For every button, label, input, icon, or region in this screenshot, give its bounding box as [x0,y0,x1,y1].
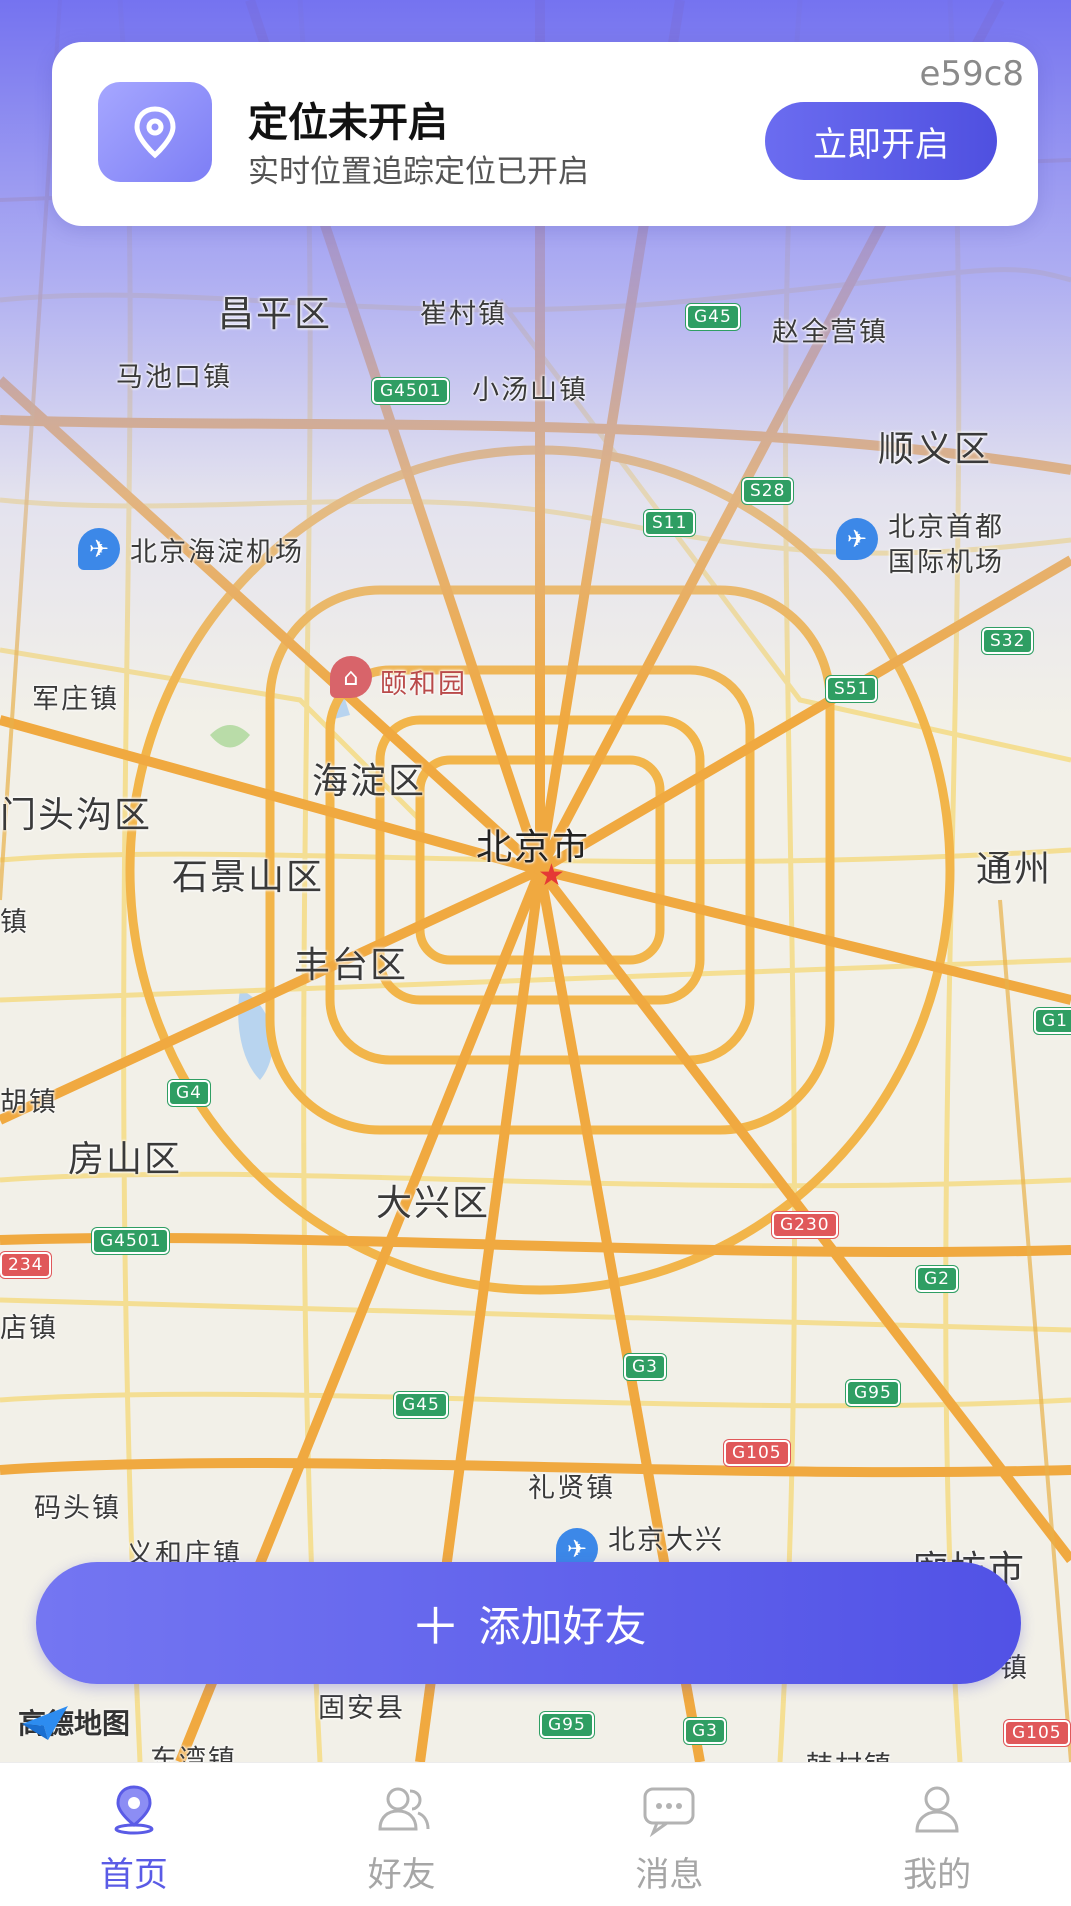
home-location-icon [114,1785,154,1835]
shield-g3-mid: G3 [624,1354,666,1380]
message-icon [643,1787,695,1837]
label-capital-airport-2: 国际机场 [888,547,1004,578]
label-daxing-airport-1: 北京大兴 [608,1525,724,1556]
label-junzhuang: 军庄镇 [32,684,119,715]
shield-g4501-bottom: G4501 [92,1228,170,1254]
label-machikou: 马池口镇 [116,362,232,393]
shield-r234: 234 [0,1252,52,1278]
label-cuicun: 崔村镇 [420,299,507,330]
label-haidian: 海淀区 [312,761,427,802]
nav-messages[interactable]: 消息 [536,1763,804,1906]
label-daxing: 大兴区 [376,1183,491,1224]
friends-icon [378,1787,430,1831]
location-status-title: 定位未开启 [248,100,448,146]
shield-g1: G1 [1034,1008,1071,1034]
palace-icon-yiheyuan: ⌂ [330,656,372,698]
capital-star-icon: ★ [538,858,565,893]
label-zhen-left: 镇 [0,907,29,938]
shield-g105-right: G105 [1004,1720,1070,1746]
nav-home-label: 首页 [99,1855,168,1895]
amap-logo: 高德地图 [18,1702,130,1742]
shield-g4: G4 [168,1080,210,1106]
add-friend-button[interactable]: ＋ 添加好友 [36,1562,1021,1684]
plus-icon: ＋ [410,1598,461,1656]
label-xiaotangshan: 小汤山镇 [472,375,588,406]
label-dian-zhen: 店镇 [0,1313,58,1344]
label-changping: 昌平区 [218,294,333,335]
profile-icon [915,1786,959,1833]
airport-icon-capital: ✈ [836,518,878,560]
label-beijing: 北京市 [476,827,591,868]
airport-icon-haidian: ✈ [78,528,120,570]
label-mentougou: 门头沟区 [0,795,153,836]
shield-s11: S11 [644,510,696,536]
add-friend-label: 添加好友 [478,1601,647,1651]
shield-g95-bottom: G95 [540,1712,594,1738]
location-status-subtitle: 实时位置追踪定位已开启 [248,154,589,190]
label-hancun: 韩村镇 [806,1744,893,1762]
shield-g2: G2 [916,1266,958,1292]
label-haidian-airport: 北京海淀机场 [130,537,304,568]
shield-g45-bottom: G45 [394,1392,448,1418]
label-capital-airport-1: 北京首都 [888,512,1004,543]
location-status-card: 定位未开启 实时位置追踪定位已开启 e59c8 立即开启 [52,42,1038,226]
nav-mine-label: 我的 [903,1855,972,1895]
shield-s32: S32 [982,628,1034,654]
label-shunyi: 顺义区 [878,429,993,470]
shield-g95-right: G95 [846,1380,900,1406]
label-matou: 码头镇 [34,1493,121,1524]
enable-location-button[interactable]: 立即开启 [765,102,997,180]
label-lixian: 礼贤镇 [528,1473,615,1504]
nav-mine[interactable]: 我的 [803,1763,1071,1906]
label-zhaoquanying: 赵全营镇 [772,317,888,348]
location-pin-icon [98,82,212,182]
shield-g45-top: G45 [686,304,740,330]
amap-logo-icon [22,1706,68,1740]
label-fangshan: 房山区 [68,1139,183,1180]
nav-messages-label: 消息 [635,1855,704,1895]
bottom-nav: 首页 好友 消息 我的 [0,1762,1071,1906]
nav-friends-label: 好友 [367,1855,436,1895]
shield-g4501-top: G4501 [372,378,450,404]
label-hu-zhen: 胡镇 [0,1087,58,1118]
nav-home[interactable]: 首页 [0,1763,268,1906]
label-guan: 固安县 [318,1693,405,1724]
label-tongzhou: 通州 [976,849,1053,890]
nav-friends[interactable]: 好友 [268,1763,536,1906]
label-fengtai: 丰台区 [294,945,409,986]
shield-s51: S51 [826,676,878,702]
map-view[interactable]: 昌平区 崔村镇 赵全营镇 马池口镇 小汤山镇 顺义区 ✈ 北京海淀机场 ✈ 北京… [0,0,1071,1762]
shield-g3-bottom: G3 [684,1718,726,1744]
label-dongwan: 东湾镇 [150,1745,237,1762]
label-yiheyuan: 颐和园 [380,669,467,700]
card-code: e59c8 [919,54,1024,94]
shield-g230: G230 [772,1212,838,1238]
label-shijingshan: 石景山区 [172,857,325,898]
shield-s28: S28 [742,478,794,504]
shield-g105: G105 [724,1440,790,1466]
